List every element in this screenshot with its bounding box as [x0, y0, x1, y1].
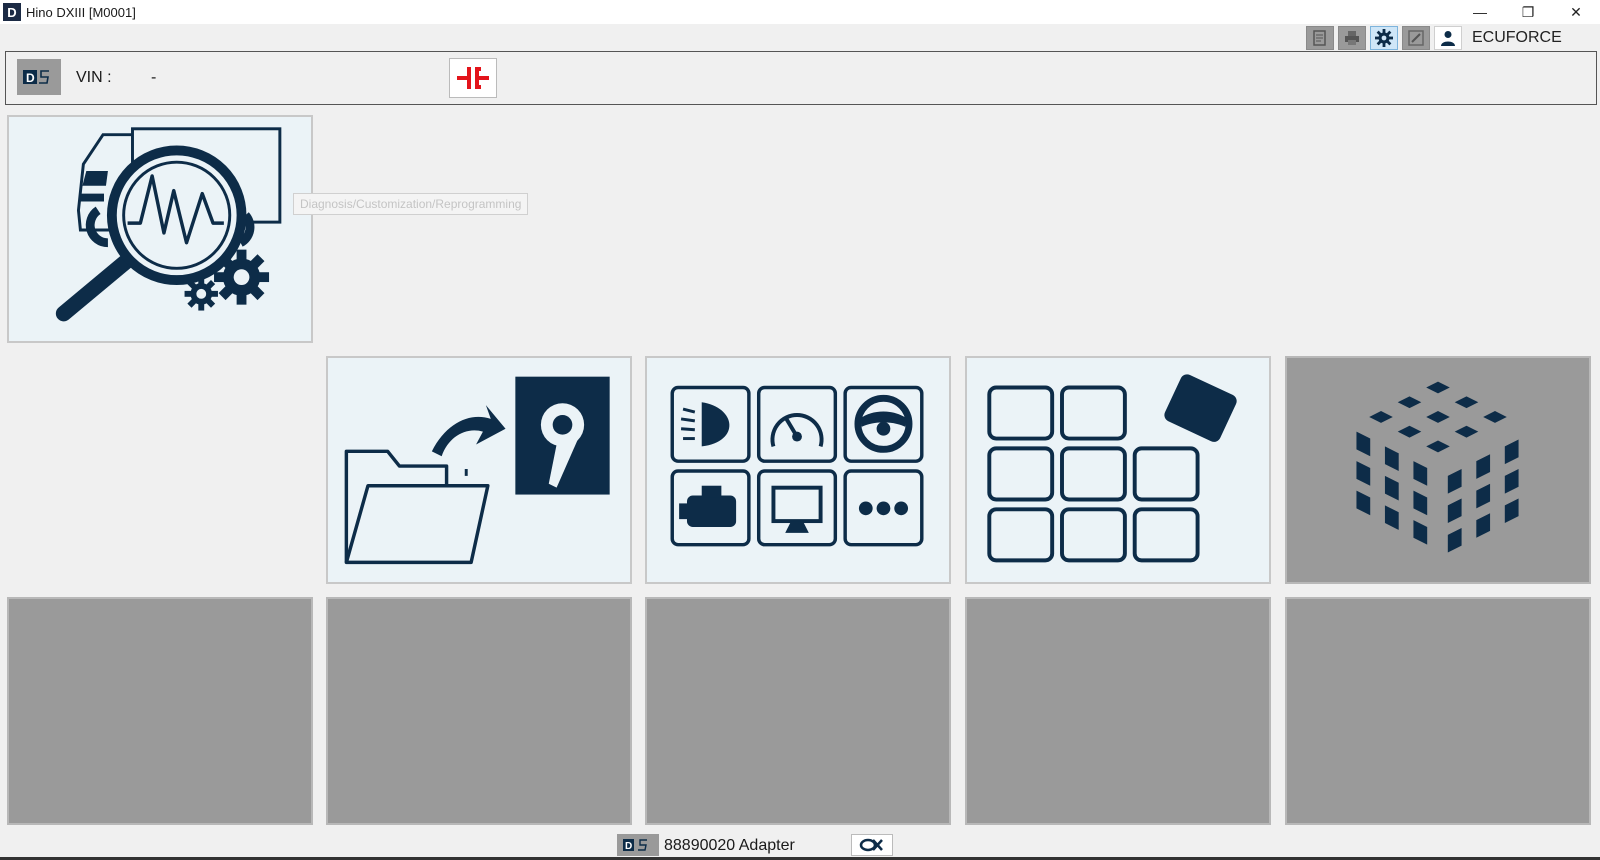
- diagnosis-tile[interactable]: [7, 115, 313, 343]
- cube-icon: [1356, 381, 1519, 553]
- user-button[interactable]: [1434, 26, 1462, 50]
- function-grid-icon: [670, 385, 924, 547]
- truck-magnifier-gears-icon: [55, 127, 282, 322]
- vin-value: -: [151, 69, 157, 86]
- svg-text:D: D: [26, 71, 35, 85]
- settings-gear-icon: [1375, 29, 1393, 47]
- adapter-status-button[interactable]: D: [617, 834, 659, 856]
- close-button[interactable]: ✕: [1552, 0, 1600, 24]
- empty-tile-3: [645, 597, 951, 825]
- empty-tile-1: [7, 597, 313, 825]
- window-title: Hino DXIII [M0001]: [26, 4, 136, 20]
- app-grid-tile[interactable]: [965, 356, 1271, 584]
- username-label: ECUFORCE: [1472, 29, 1562, 46]
- file-management-tile[interactable]: [326, 356, 632, 584]
- title-bar: D Hino DXIII [M0001] — ❐ ✕: [0, 0, 1600, 24]
- ds-adapter-button[interactable]: D: [17, 59, 61, 95]
- report-icon: [1313, 30, 1326, 46]
- report-button[interactable]: [1306, 26, 1334, 50]
- empty-tile-2: [326, 597, 632, 825]
- ds-logo-icon: D: [23, 70, 49, 85]
- connector-icon: [457, 67, 489, 89]
- empty-tile-4: [965, 597, 1271, 825]
- user-icon: [1441, 31, 1455, 46]
- svg-text:D: D: [625, 841, 632, 852]
- cube-tile: [1285, 356, 1591, 584]
- vin-bar: D VIN : -: [5, 51, 1597, 105]
- edit-button[interactable]: [1402, 26, 1430, 50]
- restore-button[interactable]: ❐: [1504, 0, 1552, 24]
- app-logo-icon: D: [3, 3, 21, 21]
- diagnosis-tooltip: Diagnosis/Customization/Reprogramming: [293, 193, 529, 215]
- ds-logo-icon: D: [623, 839, 647, 852]
- minimize-button[interactable]: —: [1456, 0, 1504, 24]
- vehicle-functions-tile[interactable]: [645, 356, 951, 584]
- adapter-label: 88890020 Adapter: [664, 837, 795, 854]
- disconnected-icon: [859, 838, 883, 852]
- empty-tile-5: [1285, 597, 1591, 825]
- settings-button[interactable]: [1370, 26, 1398, 50]
- print-icon: [1345, 31, 1359, 45]
- disconnect-button[interactable]: [851, 834, 893, 856]
- user-toolbar: ECUFORCE: [1306, 26, 1572, 50]
- tile-grid-icon: [987, 374, 1237, 563]
- status-bar: D 88890020 Adapter: [0, 830, 1600, 860]
- print-button[interactable]: [1338, 26, 1366, 50]
- connection-button[interactable]: [449, 58, 497, 98]
- edit-icon: [1408, 30, 1424, 46]
- folder-to-storage-icon: [344, 376, 610, 565]
- vin-label: VIN :: [76, 69, 112, 86]
